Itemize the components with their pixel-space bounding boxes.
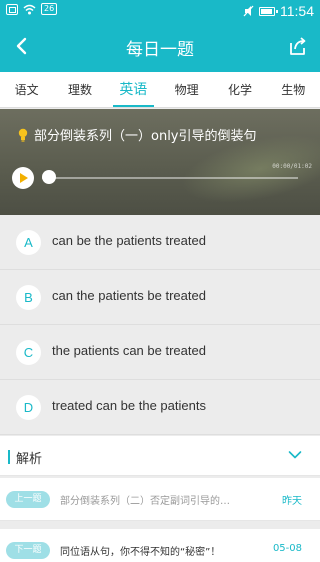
- wifi-icon: [23, 4, 36, 14]
- option-text: treated can be the patients: [52, 398, 206, 413]
- next-question-title: 同位语从句，你不得不知的“秘密”！: [60, 547, 221, 558]
- prev-question-title: 部分倒装系列（二）否定副词引导的…: [60, 496, 230, 507]
- audio-title-text: 部分倒装系列（一）only引导的倒装句: [34, 129, 257, 144]
- option-text: can the patients be treated: [52, 288, 206, 303]
- prev-question-date: 昨天: [282, 496, 302, 507]
- battery-icon: [259, 6, 278, 16]
- tab-math[interactable]: 理数: [53, 72, 106, 107]
- next-question-date: 05-08: [272, 543, 302, 554]
- option-letter: B: [16, 285, 41, 310]
- option-c[interactable]: C the patients can be treated: [0, 326, 320, 380]
- notification-badge: 26: [41, 3, 58, 15]
- share-icon: [290, 37, 306, 55]
- lightbulb-icon: [18, 128, 28, 142]
- clock: 11:54: [280, 3, 314, 19]
- audio-time: 00:00/01:02: [272, 163, 312, 170]
- audio-progress-track[interactable]: [42, 177, 298, 179]
- option-text: the patients can be treated: [52, 343, 206, 358]
- subject-tabs: 语文 理数 英语 物理 化学 生物: [0, 72, 320, 108]
- prev-question-pill: 上一题: [6, 491, 50, 508]
- audio-title: 部分倒装系列（一）only引导的倒装句: [18, 125, 257, 144]
- audio-progress-knob[interactable]: [42, 170, 56, 184]
- audio-player: 部分倒装系列（一）only引导的倒装句 00:00/01:02: [0, 109, 320, 215]
- option-b[interactable]: B can the patients be treated: [0, 271, 320, 325]
- status-bar: 26 11:54: [0, 0, 320, 22]
- mute-icon: [243, 5, 254, 17]
- title-bar: 每日一题: [0, 22, 320, 72]
- tab-chinese[interactable]: 语文: [0, 72, 53, 107]
- option-d[interactable]: D treated can be the patients: [0, 381, 320, 435]
- accent-bar: [8, 450, 10, 464]
- message-icon: [6, 3, 18, 15]
- analysis-label: 解析: [16, 452, 43, 467]
- option-letter: C: [16, 340, 41, 365]
- tab-english[interactable]: 英语: [107, 72, 160, 107]
- tab-physics[interactable]: 物理: [160, 72, 213, 107]
- page-title: 每日一题: [126, 40, 194, 60]
- option-letter: A: [16, 230, 41, 255]
- analysis-section[interactable]: 解析: [0, 436, 320, 476]
- play-button[interactable]: [12, 167, 34, 189]
- next-question-pill: 下一题: [6, 542, 50, 559]
- option-letter: D: [16, 395, 41, 420]
- tab-chemistry[interactable]: 化学: [213, 72, 266, 107]
- prev-question-row[interactable]: 上一题 部分倒装系列（二）否定副词引导的… 昨天: [0, 478, 320, 521]
- option-a[interactable]: A can be the patients treated: [0, 216, 320, 270]
- share-button[interactable]: [282, 31, 312, 61]
- tab-biology[interactable]: 生物: [267, 72, 320, 107]
- next-question-row[interactable]: 下一题 同位语从句，你不得不知的“秘密”！ 05-08: [0, 529, 320, 562]
- option-text: can be the patients treated: [52, 233, 206, 248]
- chevron-down-icon[interactable]: [288, 450, 302, 460]
